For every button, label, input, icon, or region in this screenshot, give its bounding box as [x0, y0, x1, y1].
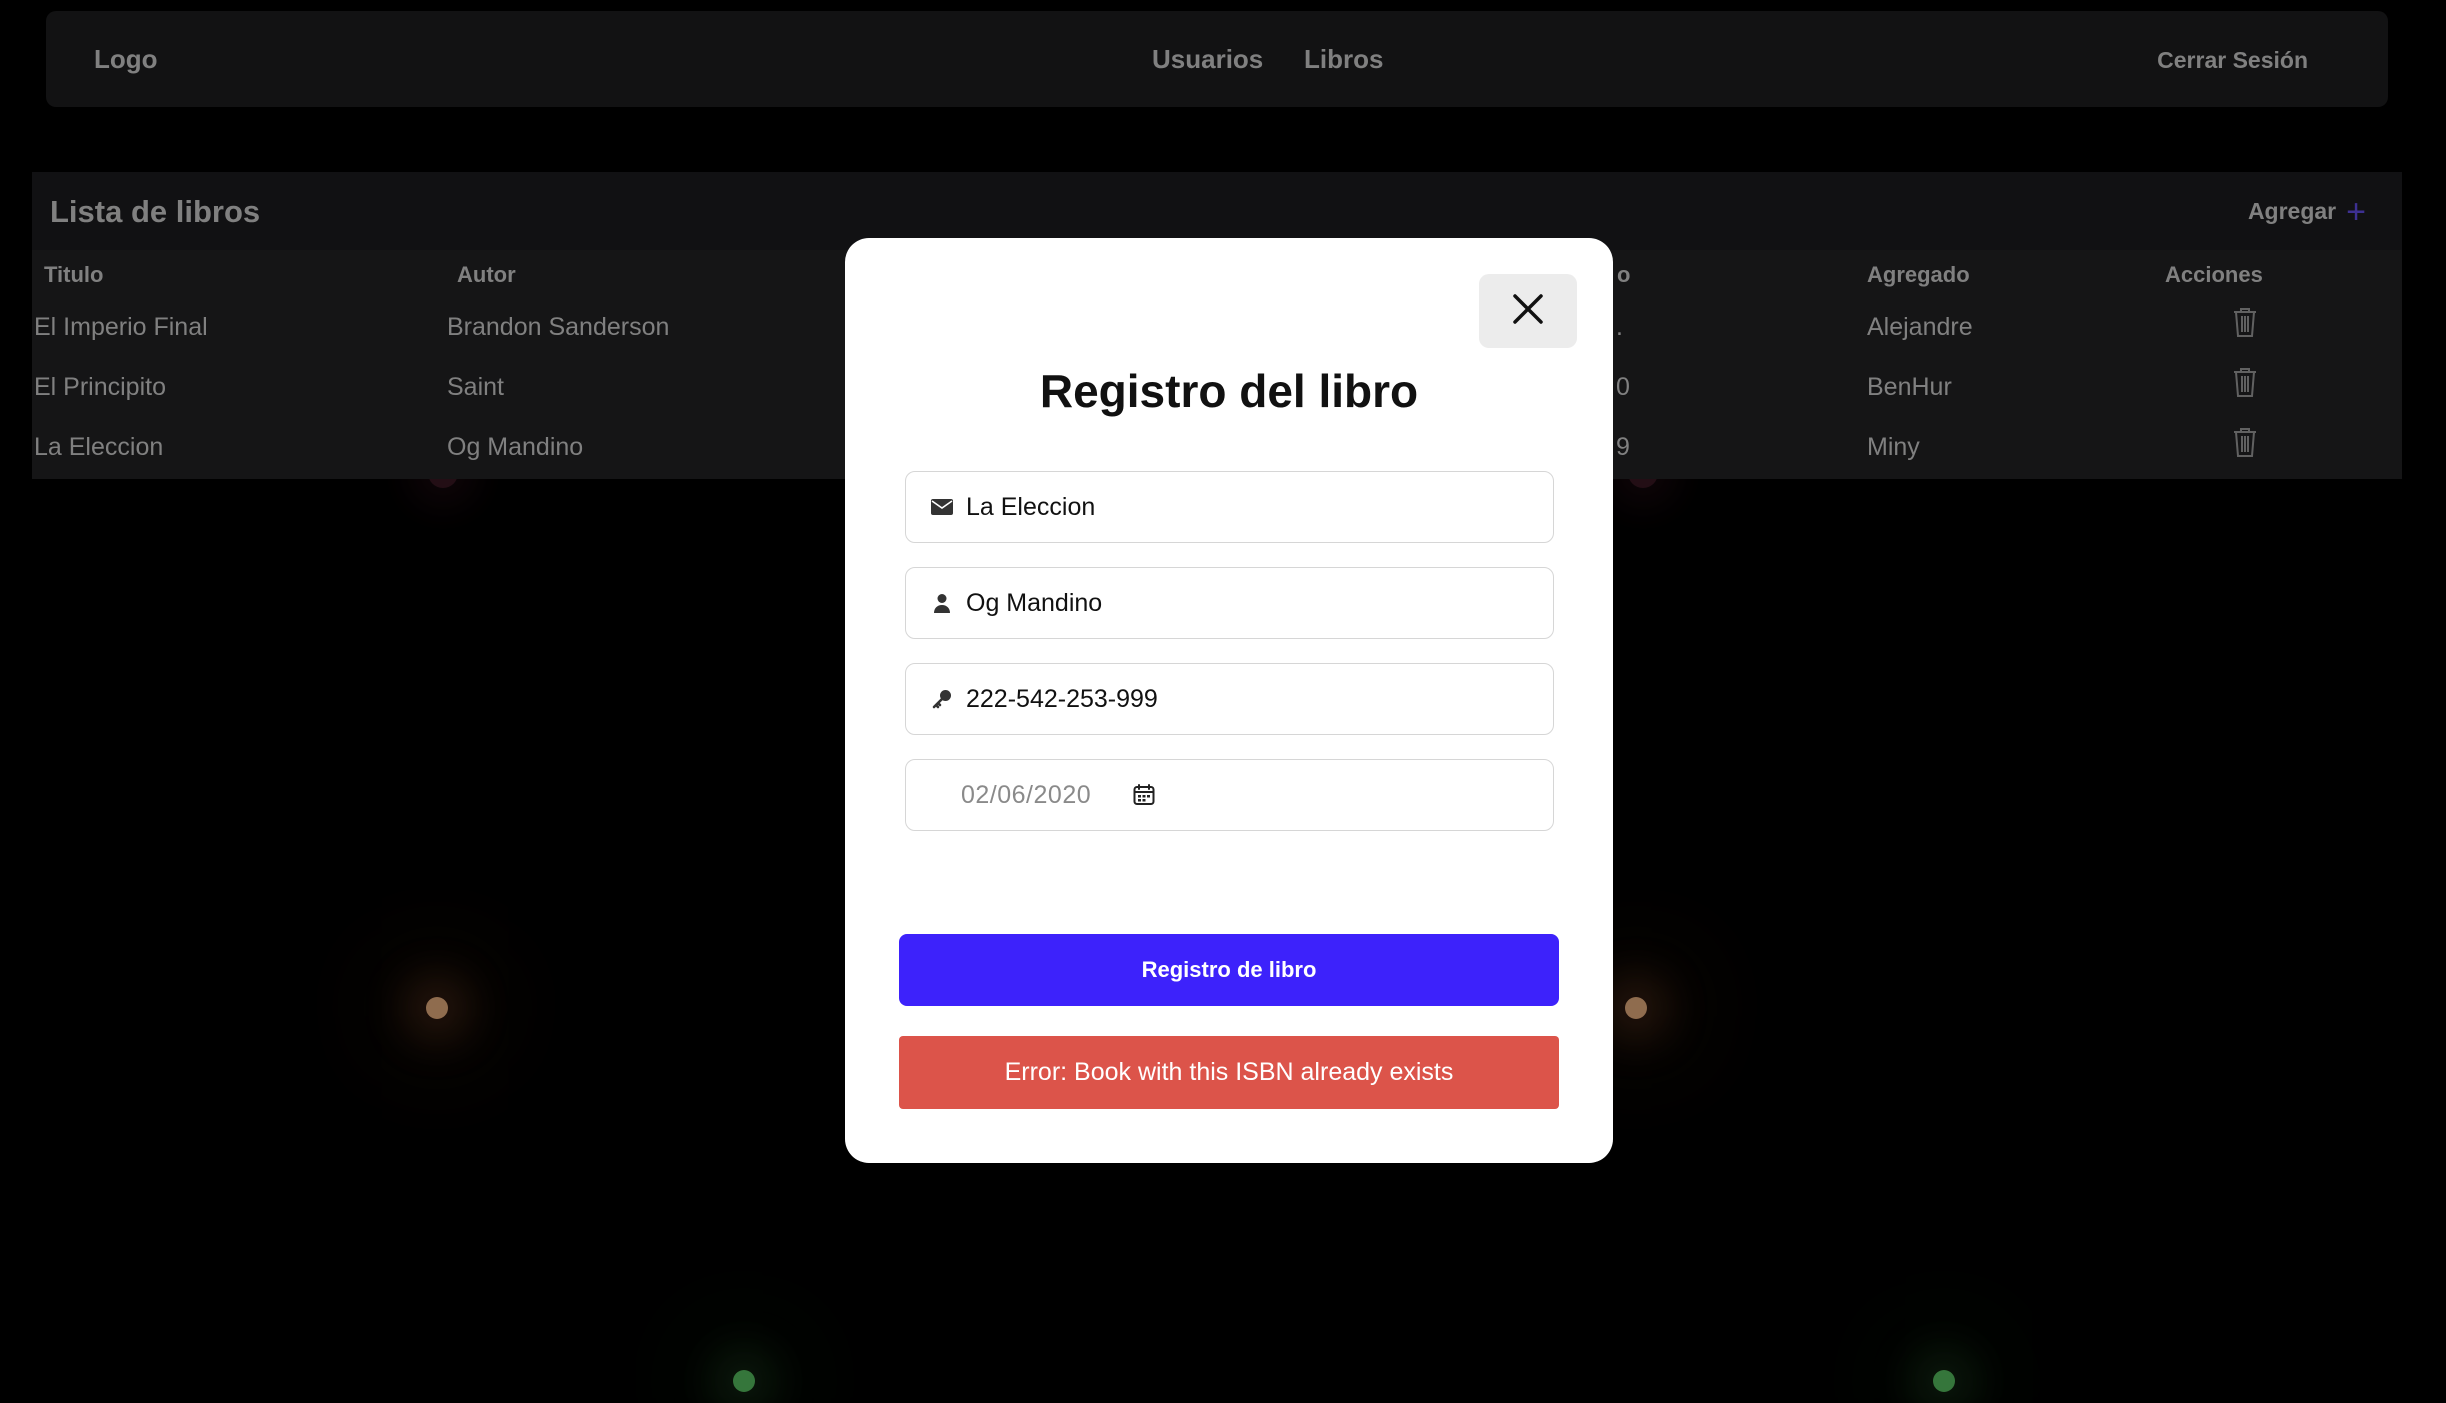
error-message: Error: Book with this ISBN already exist…	[899, 1036, 1559, 1109]
register-book-modal: Registro del libro 02/06/2020 Re	[845, 238, 1613, 1163]
book-date-field[interactable]: 02/06/2020	[905, 759, 1554, 831]
page: Logo Usuarios Libros Cerrar Sesión Lista…	[0, 0, 2446, 1403]
key-icon	[931, 688, 953, 710]
book-title-field[interactable]	[905, 471, 1554, 543]
modal-title: Registro del libro	[1039, 365, 1419, 417]
book-title-input[interactable]	[966, 492, 1553, 522]
book-isbn-input[interactable]	[966, 684, 1553, 714]
calendar-icon[interactable]	[1133, 784, 1155, 806]
user-icon	[931, 592, 953, 614]
close-modal-button[interactable]	[1479, 274, 1577, 348]
book-isbn-field[interactable]	[905, 663, 1554, 735]
envelope-icon	[931, 496, 953, 518]
book-author-field[interactable]	[905, 567, 1554, 639]
register-book-button[interactable]: Registro de libro	[899, 934, 1559, 1006]
close-icon	[1512, 293, 1544, 330]
book-date-input[interactable]: 02/06/2020	[961, 781, 1091, 810]
book-author-input[interactable]	[966, 588, 1553, 618]
